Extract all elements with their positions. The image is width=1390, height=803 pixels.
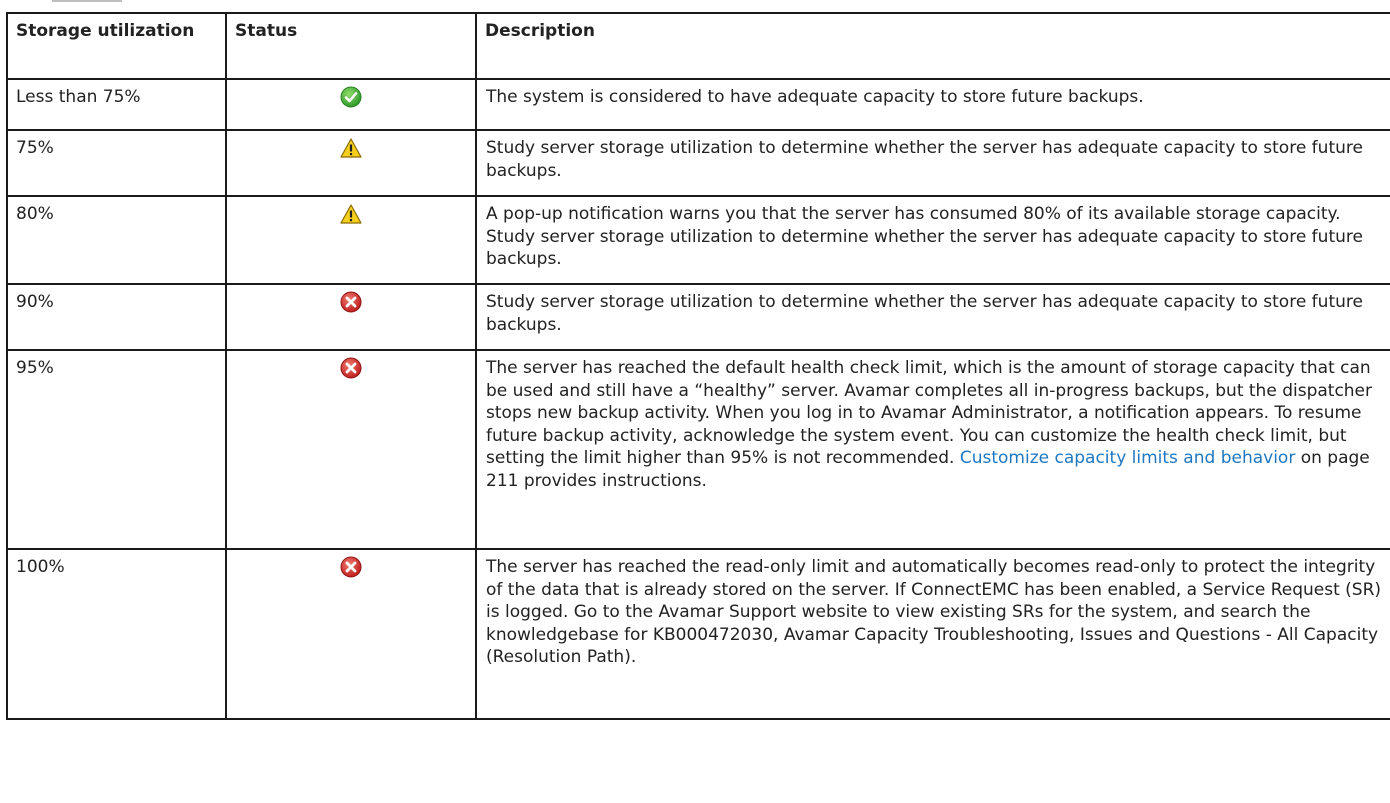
warning-triangle-icon <box>340 138 362 158</box>
table-row: 75% Study server storage utilization to … <box>6 129 1390 197</box>
table-row: Less than 75% The system is considered t… <box>6 78 1390 131</box>
utilization-cell: Less than 75% <box>6 78 227 131</box>
description-cell: The system is considered to have adequat… <box>475 78 1390 131</box>
status-cell <box>225 195 477 285</box>
utilization-cell: 75% <box>6 129 227 197</box>
table-row: 90% Study server storage utilization to … <box>6 283 1390 351</box>
description-cell: The server has reached the default healt… <box>475 349 1390 550</box>
description-cell: Study server storage utilization to dete… <box>475 129 1390 197</box>
header-status: Status <box>225 12 477 80</box>
utilization-cell: 100% <box>6 548 227 720</box>
customize-capacity-limits-link[interactable]: Customize capacity limits and behavior <box>960 448 1295 468</box>
header-description: Description <box>475 12 1390 80</box>
status-cell <box>225 129 477 197</box>
cropped-caption-fragment <box>0 0 1390 12</box>
status-cell <box>225 78 477 131</box>
utilization-cell: 80% <box>6 195 227 285</box>
warning-triangle-icon <box>340 204 362 224</box>
storage-utilization-table: Storage utilization Status Description L… <box>6 12 1390 720</box>
status-cell <box>225 548 477 720</box>
status-cell <box>225 283 477 351</box>
table-row: 100% The server has reached the read-onl… <box>6 548 1390 720</box>
table-row: 80% A pop-up notification warns you that… <box>6 195 1390 285</box>
error-x-icon <box>340 357 362 379</box>
error-x-icon <box>340 556 362 578</box>
utilization-cell: 90% <box>6 283 227 351</box>
table-header-row: Storage utilization Status Description <box>6 12 1390 80</box>
description-cell: Study server storage utilization to dete… <box>475 283 1390 351</box>
description-cell: The server has reached the read-only lim… <box>475 548 1390 720</box>
ok-check-icon <box>340 86 362 108</box>
description-cell: A pop-up notification warns you that the… <box>475 195 1390 285</box>
table-row: 95% The server has reached the default h… <box>6 349 1390 550</box>
error-x-icon <box>340 291 362 313</box>
utilization-cell: 95% <box>6 349 227 550</box>
header-storage-utilization: Storage utilization <box>6 12 227 80</box>
status-cell <box>225 349 477 550</box>
